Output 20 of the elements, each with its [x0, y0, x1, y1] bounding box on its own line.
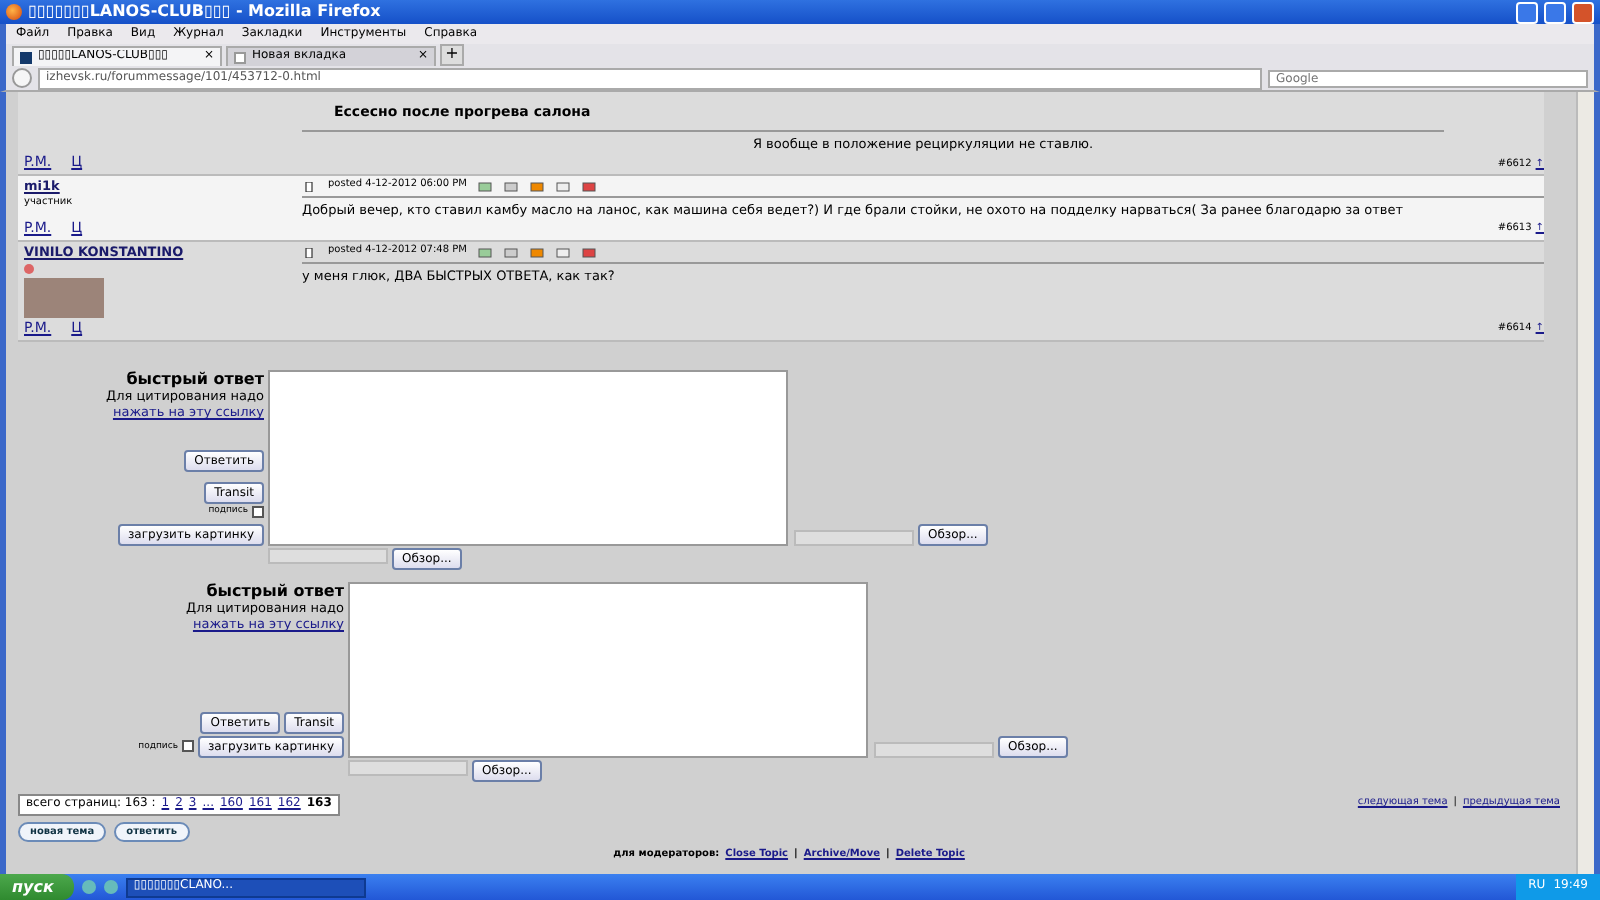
start-button[interactable]: пуск [0, 874, 74, 900]
close-button[interactable] [1572, 1, 1594, 23]
back-button[interactable] [12, 68, 32, 88]
file-path-field[interactable] [348, 759, 468, 776]
file-path-field[interactable] [794, 529, 914, 546]
maximize-button[interactable] [1544, 1, 1566, 23]
new-tab-button[interactable]: + [440, 44, 464, 66]
scrollbar[interactable] [1576, 92, 1594, 874]
document-icon [302, 247, 316, 258]
file-path-field[interactable] [874, 741, 994, 758]
message-textarea[interactable] [348, 581, 868, 758]
minimize-button[interactable] [1516, 1, 1538, 23]
signature-checkbox[interactable] [181, 740, 194, 753]
quick-reply-title: быстрый ответ [206, 581, 344, 600]
document-icon [302, 181, 316, 192]
quick-reply-title: быстрый ответ [126, 369, 264, 388]
file-path-field[interactable] [268, 547, 388, 564]
signature-checkbox[interactable] [252, 505, 264, 518]
window-title: ▯▯▯▯▯▯▯LANOS-CLUB▯▯▯ - Mozilla Firefox [28, 2, 381, 22]
status-icon [24, 263, 34, 274]
